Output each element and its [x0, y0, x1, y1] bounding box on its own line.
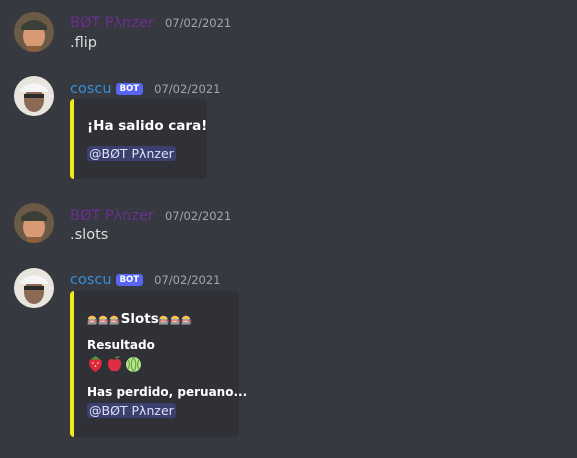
embed-title: 🎰🎰🎰Slots🎰🎰🎰: [87, 311, 193, 327]
message-text: .slots: [70, 227, 109, 243]
embed: ¡Ha salido cara! @BØT Pλnzer: [70, 99, 207, 179]
bot-tag: BOT: [115, 83, 144, 95]
bot-tag: BOT: [115, 274, 144, 286]
slot-machine-icon: 🎰🎰🎰: [158, 316, 193, 326]
timestamp: 07/02/2021: [164, 209, 232, 223]
message: BØT Pλnzer 07/02/2021 .flip: [0, 0, 577, 70]
result-text: Has perdido, peruano...: [87, 385, 248, 399]
author-name[interactable]: BØT Pλnzer: [70, 15, 154, 31]
message: coscu BOT 07/02/2021 🎰🎰🎰Slots🎰🎰🎰 Resultad…: [0, 260, 577, 450]
author-name[interactable]: coscu: [70, 272, 112, 288]
author-name[interactable]: coscu: [70, 81, 112, 97]
field-name: Resultado: [87, 338, 155, 352]
timestamp: 07/02/2021: [154, 82, 221, 96]
strawberry-icon: [89, 356, 102, 372]
bot-avatar[interactable]: [14, 76, 54, 116]
slot-machine-icon: 🎰🎰🎰: [87, 316, 121, 326]
user-avatar[interactable]: [14, 203, 54, 243]
timestamp: 07/02/2021: [164, 16, 232, 30]
slot-result: [87, 355, 142, 373]
embed: 🎰🎰🎰Slots🎰🎰🎰 Resultado Has perdido, perua…: [70, 291, 247, 437]
user-mention[interactable]: @BØT Pλnzer: [87, 146, 176, 161]
user-avatar[interactable]: [14, 12, 54, 52]
bot-avatar[interactable]: [14, 268, 54, 308]
message-text: .flip: [70, 35, 97, 51]
message: BØT Pλnzer 07/02/2021 .slots: [0, 195, 577, 255]
user-mention[interactable]: @BØT Pλnzer: [87, 403, 176, 418]
melon-icon: [126, 356, 141, 373]
apple-icon: [107, 355, 122, 372]
message: coscu BOT 07/02/2021 ¡Ha salido cara! @BØ…: [0, 70, 577, 190]
author-name[interactable]: BØT Pλnzer: [70, 208, 154, 224]
timestamp: 07/02/2021: [154, 273, 221, 287]
embed-title: ¡Ha salido cara!: [87, 118, 208, 134]
